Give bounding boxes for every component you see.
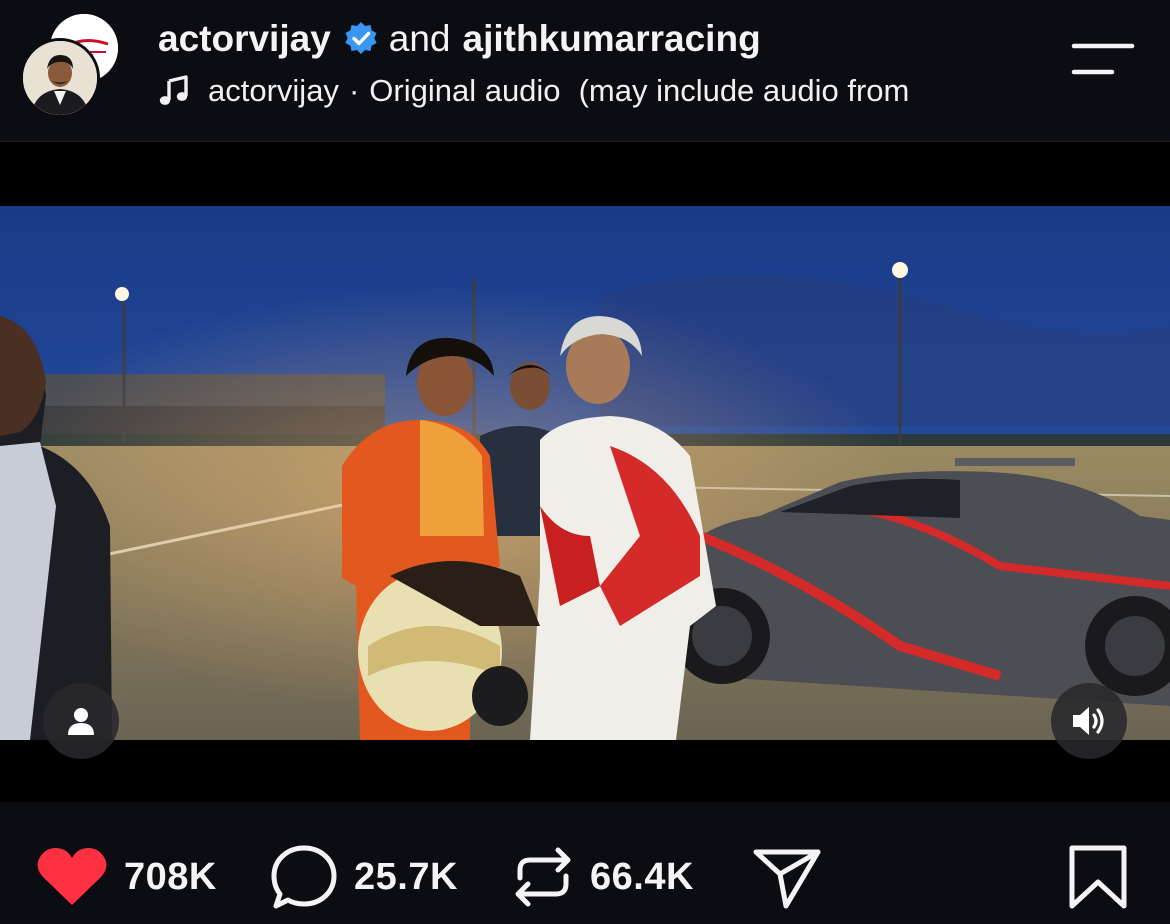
send-icon [753, 849, 821, 909]
verified-badge-icon [343, 21, 379, 57]
audio-title: Original audio [369, 73, 561, 108]
audio-separator: · [348, 73, 360, 108]
save-button[interactable] [1068, 842, 1128, 912]
tagged-people-button[interactable] [43, 683, 119, 759]
collab-avatars[interactable]: MAN [20, 12, 120, 118]
post-header: MAN actorvijay and ajithkumarracing [0, 0, 1170, 142]
video-frame-image [0, 206, 1170, 740]
author-secondary-link[interactable]: ajithkumarracing [463, 18, 761, 60]
like-button[interactable]: 708K [36, 842, 217, 912]
repost-count: 66.4K [590, 855, 694, 898]
sound-toggle-button[interactable] [1051, 683, 1127, 759]
audio-attribution[interactable]: actorvijay · Original audio (may include… [158, 68, 1038, 114]
reel-action-bar: 708K 25.7K 66.4K [0, 802, 1170, 924]
like-count: 708K [124, 855, 217, 898]
person-icon [68, 708, 94, 735]
comment-bubble-icon [271, 845, 337, 909]
profile-photo-icon [23, 41, 97, 115]
repost-button[interactable]: 66.4K [512, 842, 694, 912]
bookmark-icon [1069, 845, 1127, 909]
repost-icon [515, 847, 571, 907]
share-button[interactable] [752, 842, 822, 912]
comment-button[interactable]: 25.7K [270, 842, 458, 912]
hamburger-menu-icon [1071, 43, 1135, 75]
audio-note: (may include audio from [578, 73, 910, 108]
music-note-icon [158, 75, 190, 107]
avatar-actorvijay[interactable] [20, 38, 100, 118]
volume-icon [1073, 707, 1104, 735]
reel-video-player[interactable] [0, 142, 1170, 802]
heart-icon [37, 848, 107, 905]
author-primary-link[interactable]: actorvijay [158, 18, 331, 60]
authors-connector: and [388, 18, 451, 59]
menu-button[interactable] [1070, 40, 1136, 84]
comment-count: 25.7K [354, 855, 458, 898]
post-authors: actorvijay and ajithkumarracing [158, 14, 761, 64]
audio-artist: actorvijay [208, 73, 339, 108]
